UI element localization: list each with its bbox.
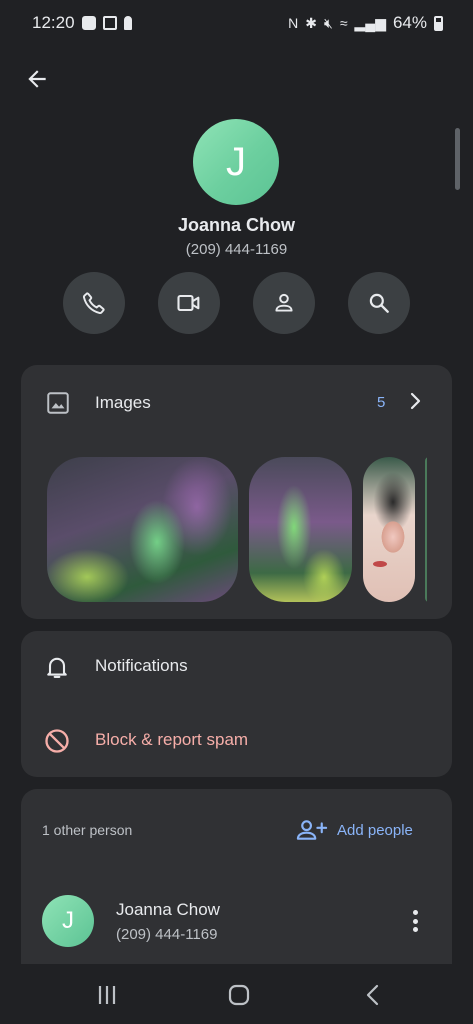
video-icon [177,294,200,312]
calendar-icon [102,16,117,30]
images-count: 5 [377,394,386,411]
contact-name: Joanna Chow [177,215,295,235]
block-icon [45,729,69,753]
person-initial: J [62,907,74,934]
call-icon [82,292,105,315]
contact-details-button[interactable] [253,272,315,334]
avatar: J [42,895,94,947]
notifications-label: Notifications [95,656,188,675]
notifications-row[interactable]: Notifications [21,639,452,695]
nfc-icon: N [288,15,299,31]
bell-icon [47,657,67,678]
keyhole-icon [123,16,132,30]
battery-icon [434,15,443,31]
nav-back-button[interactable] [358,980,388,1010]
image-icon [81,16,96,30]
block-spam-label: Block & report spam [95,730,249,749]
call-button[interactable] [63,272,125,334]
navigation-bar [0,966,473,1024]
images-strip[interactable] [47,457,427,602]
add-people-label: Add people [337,821,413,839]
chevron-right-icon [410,392,421,410]
status-time: 12:20 [32,13,75,32]
home-button[interactable] [224,980,254,1010]
battery-level: 64% [392,13,427,32]
bluetooth-icon: ✱ [305,14,317,31]
video-call-button[interactable] [158,272,220,334]
recents-icon [98,986,116,1004]
settings-card: Notifications Block & report spam [21,631,452,777]
search-button[interactable] [348,272,410,334]
person-phone: (209) 444-1169 [116,926,218,943]
people-card: 1 other person Add people J Joanna Chow … [21,789,452,964]
scrollbar[interactable] [455,128,460,190]
signal-icon: ▂▄▆ [354,14,386,31]
arrow-back-icon [28,70,46,88]
add-person-icon [296,820,328,840]
more-vert-icon [412,910,418,915]
add-people-button[interactable]: Add people [295,817,413,843]
status-bar: 12:20 N ✱ 🔇︎ ≈ ▂▄▆ 64% [0,0,473,46]
images-label: Images [95,393,151,412]
recent-apps-button[interactable] [92,980,122,1010]
image-thumbnail-portrait[interactable] [363,457,415,602]
image-icon [47,392,69,414]
contact-avatar: J [193,119,279,205]
block-spam-row[interactable]: Block & report spam [21,713,452,769]
images-card: Images 5 [21,365,452,619]
back-button[interactable] [20,62,54,96]
image-thumbnail-partial[interactable] [425,457,427,602]
images-open-button[interactable] [403,389,427,418]
chevron-left-icon [366,984,379,1006]
mute-icon: 🔇︎ [324,14,333,31]
search-icon [369,293,389,313]
contact-phone: (209) 444-1169 [185,241,288,258]
wifi-icon: ≈ [339,15,348,31]
person-more-button[interactable] [405,907,425,935]
contact-icon [275,293,293,312]
person-name: Joanna Chow [116,900,220,919]
home-icon [228,984,250,1006]
quick-actions [63,272,411,334]
image-thumbnail-aurora-2[interactable] [249,457,352,602]
image-thumbnail-aurora[interactable] [47,457,238,602]
other-people-count: 1 other person [42,822,133,838]
avatar-initial: J [226,139,246,184]
